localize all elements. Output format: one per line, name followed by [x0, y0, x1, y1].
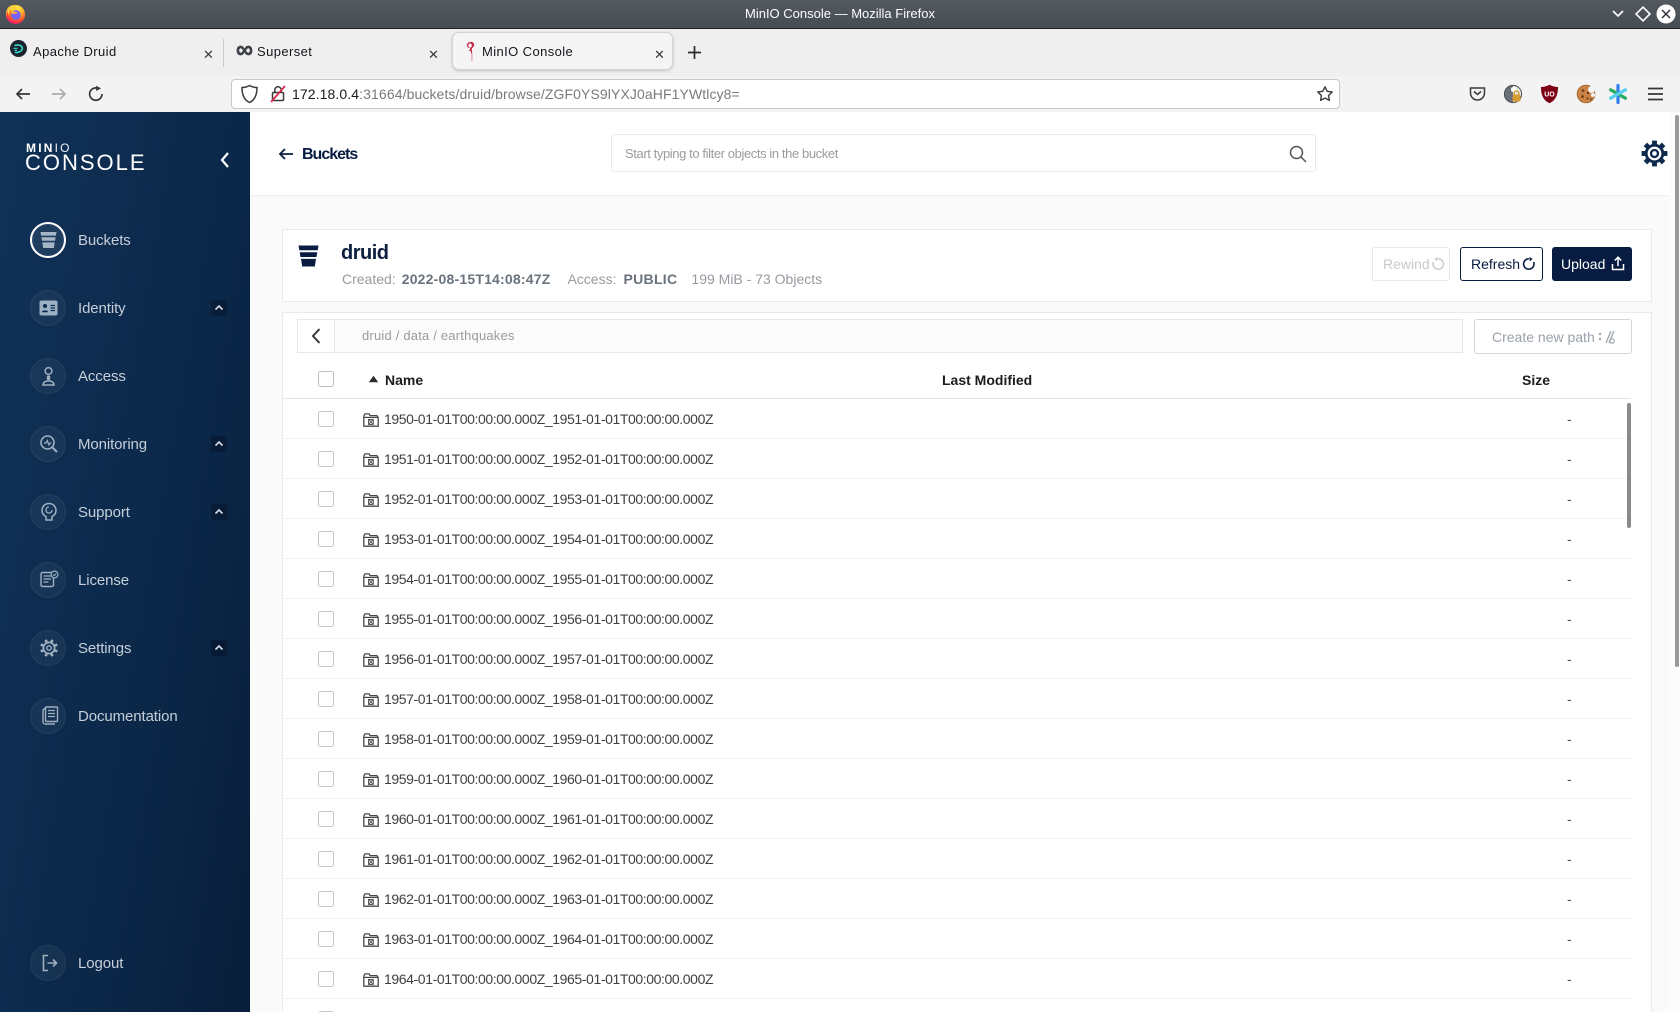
svg-text:UO: UO: [1544, 92, 1555, 99]
